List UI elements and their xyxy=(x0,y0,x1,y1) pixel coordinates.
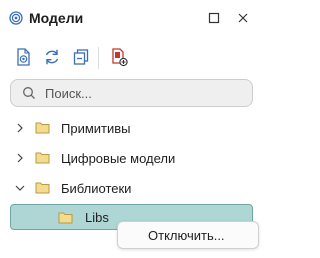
tree-item-label: Цифровые модели xyxy=(61,151,176,166)
maximize-icon[interactable] xyxy=(207,11,221,25)
collapse-all-icon[interactable] xyxy=(71,47,91,67)
folder-icon xyxy=(35,182,50,194)
models-panel: Модели Поиск... Примитивы Цифровые модел… xyxy=(0,0,264,258)
search-icon xyxy=(23,87,35,99)
models-logo-icon xyxy=(9,11,23,25)
tree-item-digital-models[interactable]: Цифровые модели xyxy=(0,144,264,172)
tree-item-libraries[interactable]: Библиотеки xyxy=(0,174,264,202)
tree-item-label: Библиотеки xyxy=(61,181,132,196)
context-menu: Отключить... xyxy=(117,221,259,249)
close-icon[interactable] xyxy=(236,11,250,25)
chevron-right-icon[interactable] xyxy=(14,152,26,164)
folder-icon xyxy=(35,152,50,164)
tree-item-label: Libs xyxy=(85,210,109,225)
tree-item-primitives[interactable]: Примитивы xyxy=(0,114,264,142)
search-box xyxy=(10,79,253,107)
add-library-icon[interactable] xyxy=(109,47,129,67)
chevron-right-icon[interactable] xyxy=(14,122,26,134)
view-model-icon[interactable] xyxy=(13,47,33,67)
panel-header: Модели xyxy=(0,0,264,36)
folder-icon xyxy=(35,122,50,134)
panel-title: Модели xyxy=(29,10,84,26)
refresh-icon[interactable] xyxy=(42,47,62,67)
toolbar-separator xyxy=(98,47,99,69)
search-input[interactable] xyxy=(45,84,240,102)
toolbar xyxy=(0,44,264,72)
folder-icon xyxy=(58,212,73,224)
chevron-down-icon[interactable] xyxy=(14,182,26,194)
context-menu-disable[interactable]: Отключить... xyxy=(148,228,225,243)
tree-item-label: Примитивы xyxy=(61,121,131,136)
